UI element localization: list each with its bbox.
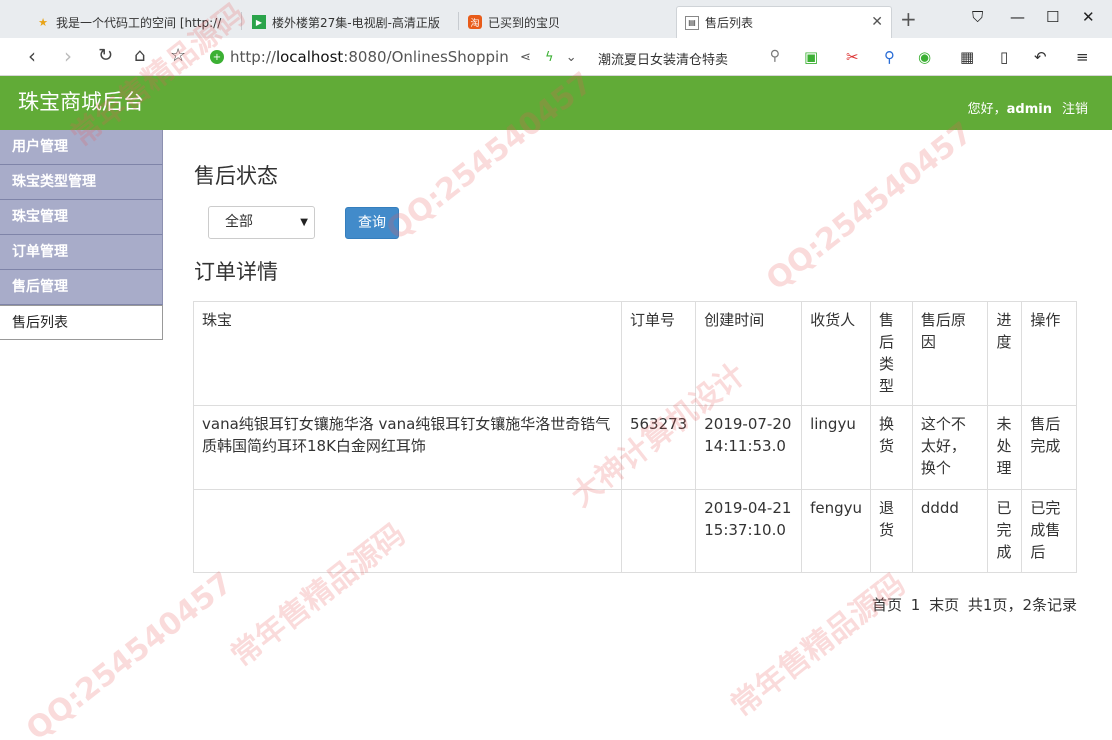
pagination: 首页 1 末页 共1页，2条记录	[193, 594, 1077, 615]
translate-icon[interactable]: ▣	[804, 48, 818, 66]
close-tab-icon[interactable]: ✕	[871, 14, 883, 30]
page-summary: 共1页，2条记录	[967, 596, 1077, 614]
app-header: 珠宝商城后台 您好，admin 注销	[0, 76, 1112, 130]
forward-icon[interactable]: ›	[64, 46, 72, 66]
cell-created: 2019-04-21 15:37:10.0	[695, 489, 803, 573]
browser-tab[interactable]: ▶ 楼外楼第27集-电视剧-高清正版	[244, 6, 456, 38]
back-icon[interactable]: ‹	[28, 46, 36, 66]
sidebar-item-user-management[interactable]: 用户管理	[0, 130, 163, 165]
browser-tab-active[interactable]: ▤ 售后列表 ✕	[676, 6, 892, 38]
status-select-value: 全部	[225, 214, 253, 230]
cell-order-no	[620, 489, 697, 573]
cell-reason: 这个不太好，换个	[911, 405, 989, 490]
last-page-link[interactable]: 末页	[929, 596, 959, 614]
reader-icon[interactable]: ▯	[1000, 48, 1008, 66]
complete-aftersale-link[interactable]: 售后完成	[1021, 405, 1077, 490]
taobao-icon: 淘	[468, 15, 482, 29]
page-icon: ▤	[685, 15, 699, 30]
browser-tab-title: 已买到的宝贝	[488, 15, 561, 30]
cell-action-status: 已完成售后	[1021, 489, 1077, 573]
cell-jewelry	[193, 489, 622, 573]
table-header-row: 珠宝 订单号 创建时间 收货人 售后类型 售后原因 进度 操作	[193, 301, 1077, 406]
cell-order-no: 563273	[620, 405, 697, 490]
column-header: 售后原因	[911, 301, 989, 406]
sidebar-item-jewelry-management[interactable]: 珠宝管理	[0, 200, 163, 235]
column-header: 创建时间	[695, 301, 803, 406]
first-page-link[interactable]: 首页	[872, 596, 902, 614]
browser-tab[interactable]: 淘 已买到的宝贝	[460, 6, 672, 38]
column-header: 操作	[1021, 301, 1077, 406]
sidebar-item-aftersale-list[interactable]: 售后列表	[0, 305, 163, 340]
browser-search-field[interactable]: 潮流夏日女装清仓特卖 ⚲	[598, 46, 788, 70]
scissors-icon[interactable]: ✂	[846, 48, 859, 66]
gamepad-icon[interactable]: ◉	[918, 48, 931, 66]
greeting-text: 您好，	[967, 102, 1007, 117]
table-row: 2019-04-21 15:37:10.0 fengyu 退货 dddd 已完成…	[193, 489, 1077, 573]
cell-reason: dddd	[911, 489, 989, 573]
table-row: vana纯银耳钉女镶施华洛 vana纯银耳钉女镶施华洛世奇锆气质韩国简约耳环18…	[193, 405, 1077, 490]
browser-tab[interactable]: ★ 我是一个代码工的空间 [http://	[28, 6, 240, 38]
column-header: 订单号	[620, 301, 697, 406]
column-header: 珠宝	[193, 301, 622, 406]
secure-shield-icon: +	[210, 50, 224, 64]
close-window-icon[interactable]: ✕	[1082, 8, 1095, 26]
star-icon: ★	[38, 15, 48, 29]
username: admin	[1006, 102, 1052, 117]
bookmark-star-icon[interactable]: ☆	[170, 46, 186, 66]
aftersale-status-heading: 售后状态	[194, 164, 278, 188]
column-header: 售后类型	[870, 301, 913, 406]
cell-created: 2019-07-20 14:11:53.0	[695, 405, 803, 490]
apps-grid-icon[interactable]: ▦	[960, 48, 974, 66]
query-button[interactable]: 查询	[345, 207, 399, 239]
watermark-text: QQ:254540457	[760, 115, 980, 298]
order-detail-heading: 订单详情	[194, 260, 278, 284]
cell-jewelry: vana纯银耳钉女镶施华洛 vana纯银耳钉女镶施华洛世奇锆气质韩国简约耳环18…	[193, 405, 622, 490]
address-bar: ‹ › ↻ ⌂ ☆ + http://localhost:8080/Online…	[0, 38, 1112, 76]
app-title: 珠宝商城后台	[18, 90, 144, 114]
caret-down-icon: ▼	[300, 217, 308, 228]
undo-icon[interactable]: ↶	[1034, 48, 1047, 66]
sidebar: 用户管理 珠宝类型管理 珠宝管理 订单管理 售后管理 售后列表	[0, 130, 163, 340]
watermark-text: 常年售精品源码	[724, 567, 912, 724]
menu-icon[interactable]: ≡	[1076, 48, 1089, 66]
reload-icon[interactable]: ↻	[98, 46, 113, 66]
maximize-icon[interactable]: ☐	[1046, 8, 1059, 26]
chevron-down-icon[interactable]: ⌄	[566, 50, 577, 65]
cell-type: 退货	[870, 489, 913, 573]
browser-tab-title: 楼外楼第27集-电视剧-高清正版	[272, 15, 440, 30]
new-tab-icon[interactable]: +	[900, 9, 917, 29]
video-site-icon: ▶	[252, 15, 266, 29]
cell-receiver: fengyu	[801, 489, 872, 573]
shirt-icon[interactable]: ⛉	[972, 8, 983, 26]
find-icon[interactable]: ⚲	[884, 48, 895, 66]
column-header: 收货人	[801, 301, 872, 406]
cell-progress: 未处理	[987, 405, 1023, 490]
browser-tab-title: 售后列表	[705, 16, 754, 30]
minimize-icon[interactable]: —	[1010, 8, 1025, 26]
current-page[interactable]: 1	[911, 596, 921, 614]
url-host: localhost	[275, 48, 344, 66]
cell-receiver: lingyu	[801, 405, 872, 490]
sidebar-item-jewelry-type-management[interactable]: 珠宝类型管理	[0, 165, 163, 200]
column-header: 进度	[987, 301, 1023, 406]
lightning-icon[interactable]: ϟ	[545, 50, 554, 65]
share-icon[interactable]: ⋖	[520, 50, 531, 65]
cell-type: 换货	[870, 405, 913, 490]
logout-link[interactable]: 注销	[1062, 102, 1088, 117]
sidebar-item-aftersale-management[interactable]: 售后管理	[0, 270, 163, 305]
search-icon[interactable]: ⚲	[770, 48, 780, 64]
browser-tab-bar: ★ 我是一个代码工的空间 [http:// ▶ 楼外楼第27集-电视剧-高清正版…	[0, 0, 1112, 38]
url-path: :8080/OnlinesShoppin	[343, 48, 509, 66]
user-area: 您好，admin 注销	[968, 98, 1088, 117]
home-icon[interactable]: ⌂	[134, 46, 145, 66]
sidebar-item-order-management[interactable]: 订单管理	[0, 235, 163, 270]
watermark-text: QQ:254540457	[20, 565, 240, 740]
aftersale-table: 珠宝 订单号 创建时间 收货人 售后类型 售后原因 进度 操作 vana纯银耳钉…	[193, 301, 1077, 573]
browser-search-text: 潮流夏日女装清仓特卖	[598, 52, 729, 68]
url-prefix: http://	[230, 48, 276, 66]
browser-tab-title: 我是一个代码工的空间 [http://	[56, 15, 222, 30]
status-select[interactable]: 全部 ▼	[208, 206, 315, 239]
cell-progress: 已完成	[987, 489, 1023, 573]
